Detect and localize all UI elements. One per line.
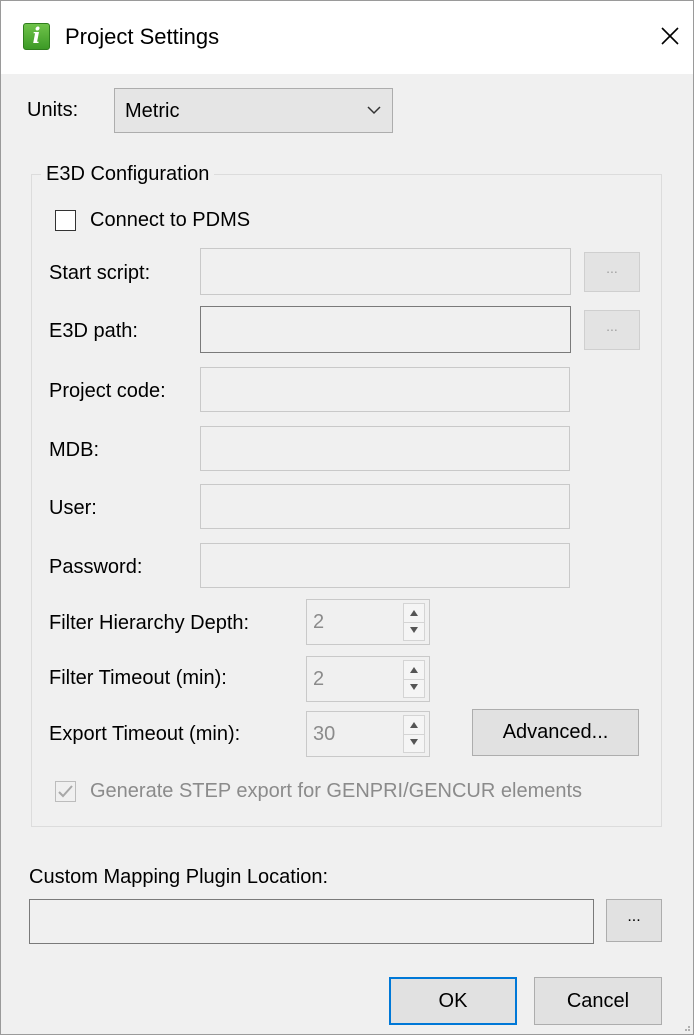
start-script-label: Start script: (49, 262, 151, 284)
password-label: Password: (49, 556, 143, 578)
filter-timeout-label: Filter Timeout (min): (49, 667, 227, 689)
title-bar: i Project Settings (1, 1, 693, 74)
connect-pdms-checkbox[interactable] (55, 210, 76, 231)
close-icon (661, 27, 679, 45)
info-app-icon: i (23, 23, 50, 50)
filter-depth-spinbox[interactable]: 2 (306, 599, 430, 645)
e3d-path-label: E3D path: (49, 320, 138, 342)
step-export-checkbox[interactable] (55, 781, 76, 802)
filter-depth-stepper[interactable] (403, 603, 425, 641)
advanced-button[interactable]: Advanced... (472, 709, 639, 756)
plugin-browse-button[interactable]: ... (606, 899, 662, 942)
cancel-button[interactable]: Cancel (534, 977, 662, 1025)
spin-up-icon[interactable] (409, 721, 419, 729)
filter-timeout-spinbox[interactable]: 2 (306, 656, 430, 702)
project-code-field[interactable] (200, 367, 570, 412)
mdb-field[interactable] (200, 426, 570, 471)
step-export-label[interactable]: Generate STEP export for GENPRI/GENCUR e… (90, 778, 582, 804)
spin-up-icon[interactable] (409, 609, 419, 617)
filter-depth-value: 2 (313, 611, 325, 633)
ok-button[interactable]: OK (389, 977, 517, 1025)
mdb-label: MDB: (49, 439, 99, 461)
connect-pdms-label[interactable]: Connect to PDMS (90, 207, 250, 233)
e3d-path-field[interactable] (200, 306, 571, 353)
units-dropdown[interactable]: Metric (114, 88, 393, 133)
close-button[interactable] (653, 19, 687, 53)
chevron-down-icon (367, 106, 381, 115)
plugin-location-field[interactable] (29, 899, 594, 944)
filter-timeout-stepper[interactable] (403, 660, 425, 698)
units-label: Units: (27, 99, 79, 121)
checkmark-icon (58, 785, 73, 798)
user-field[interactable] (200, 484, 570, 529)
spin-down-icon[interactable] (409, 683, 419, 691)
e3d-configuration-title: E3D Configuration (41, 161, 215, 187)
export-timeout-stepper[interactable] (403, 715, 425, 753)
filter-depth-label: Filter Hierarchy Depth: (49, 612, 250, 634)
export-timeout-value: 30 (313, 723, 336, 745)
export-timeout-spinbox[interactable]: 30 (306, 711, 430, 757)
user-label: User: (49, 497, 97, 519)
e3d-path-browse-button[interactable]: ... (584, 310, 640, 350)
filter-timeout-value: 2 (313, 668, 325, 690)
dialog-title: Project Settings (65, 24, 220, 49)
start-script-field[interactable] (200, 248, 571, 295)
project-code-label: Project code: (49, 380, 166, 402)
export-timeout-label: Export Timeout (min): (49, 723, 241, 745)
plugin-location-label: Custom Mapping Plugin Location: (29, 866, 329, 888)
project-settings-dialog: i Project Settings Units: Metric E3D Con… (0, 0, 694, 1035)
spin-up-icon[interactable] (409, 666, 419, 674)
spin-down-icon[interactable] (409, 626, 419, 634)
password-field[interactable] (200, 543, 570, 588)
resize-grip-icon[interactable] (681, 1022, 691, 1032)
units-value: Metric (125, 100, 180, 122)
spin-down-icon[interactable] (409, 738, 419, 746)
start-script-browse-button[interactable]: ... (584, 252, 640, 292)
